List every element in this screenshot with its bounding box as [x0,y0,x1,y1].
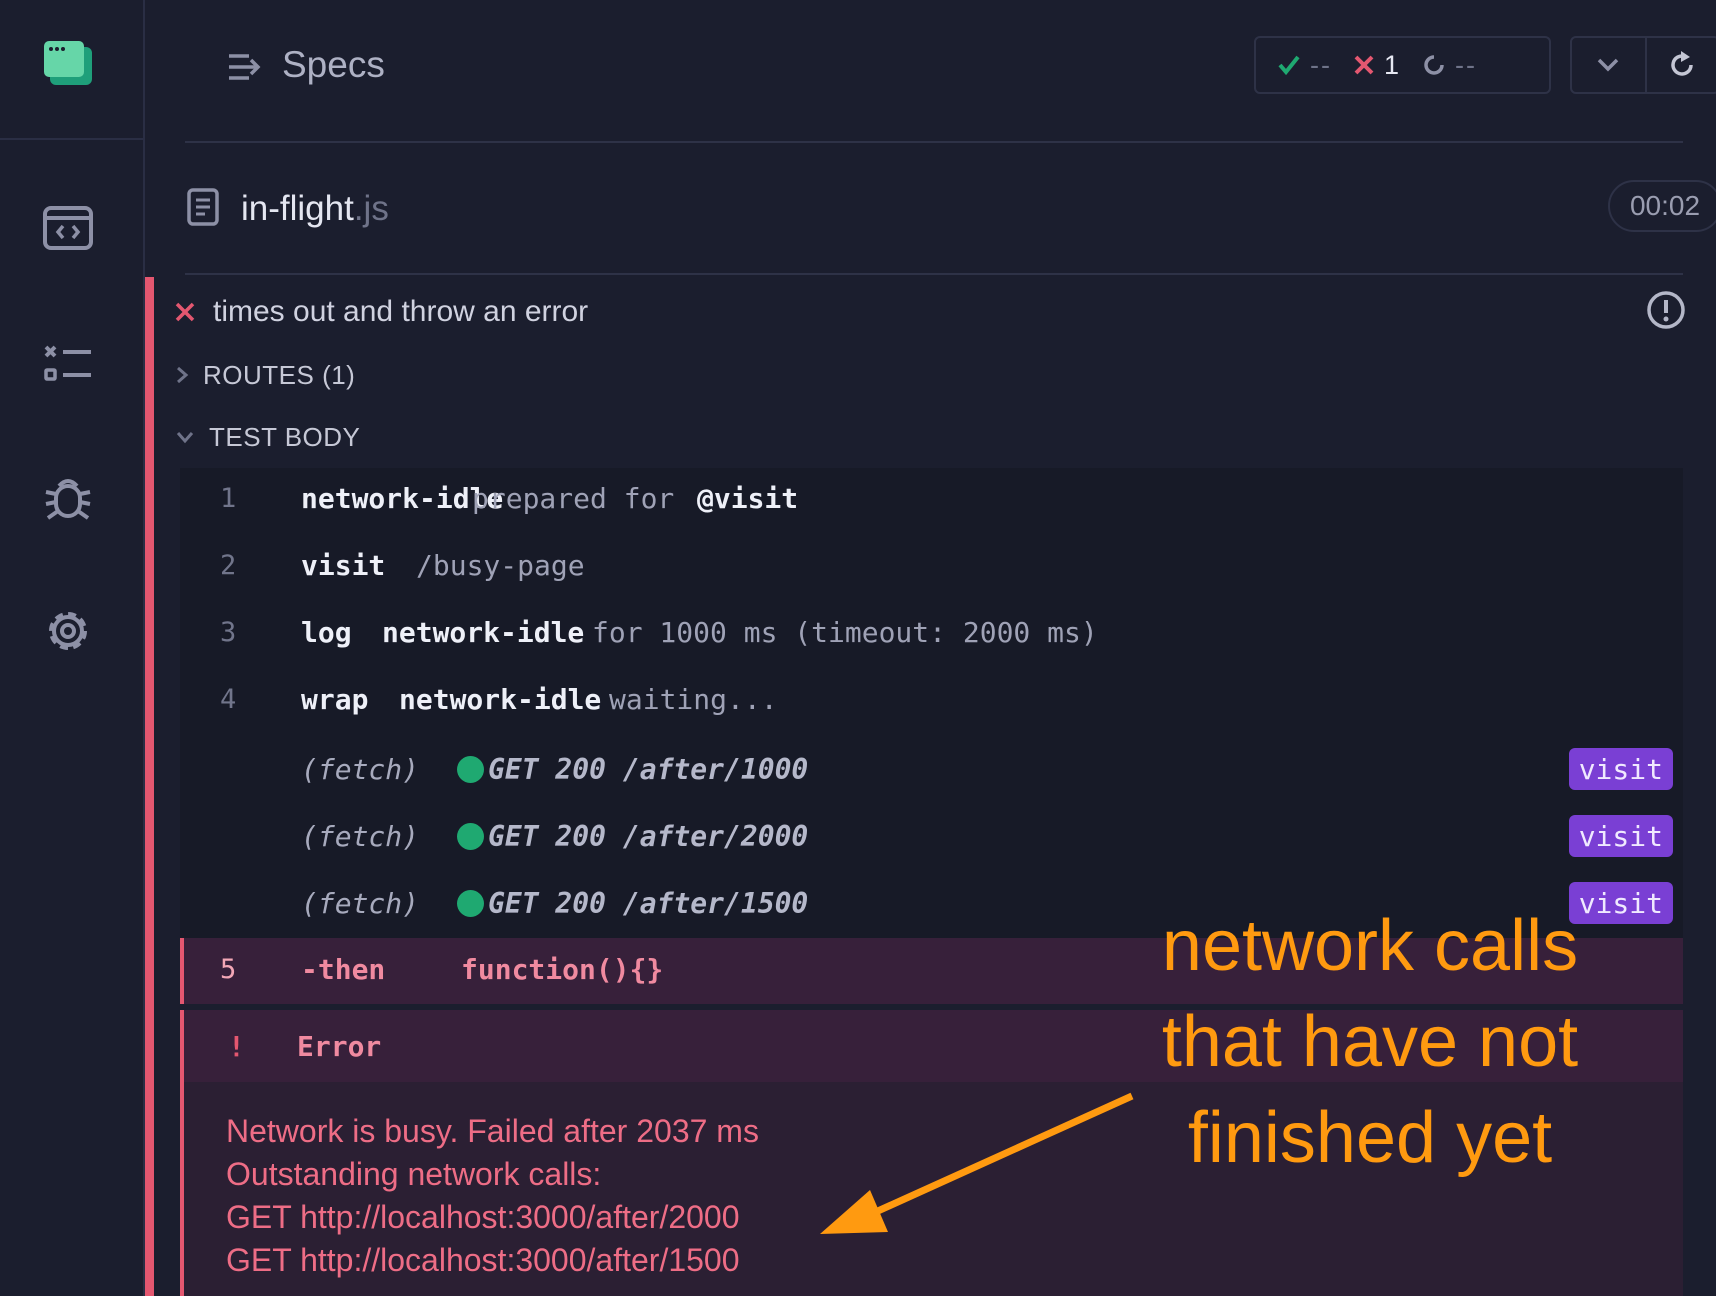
document-icon [187,188,219,226]
annotation-line: finished yet [1187,1098,1553,1178]
file-basename: in-flight [241,189,354,228]
error-title: Error [297,1030,382,1063]
command-message: prepared for [472,481,675,515]
command-name: visit [301,548,386,582]
failed-stat: 1 [1354,50,1401,81]
fetch-label: (fetch) [301,819,420,853]
page-title: Specs [282,44,385,85]
command-name: log [301,615,352,649]
command-log: 1 network-idle prepared for @visit 2 vis… [180,468,1683,938]
error-icon: ! [228,1030,245,1063]
fetch-label: (fetch) [301,752,420,786]
status-dot-icon [457,822,484,850]
fetch-detail: GET 200 /after/1500 [457,887,808,920]
x-icon [1354,55,1374,75]
fail-x-icon [175,302,195,322]
command-name: wrap [301,682,369,716]
app-logo-icon [44,41,92,85]
fetch-row[interactable]: (fetch) GET 200 /after/2000 visit [180,806,1683,866]
annotation-line: that have not [1161,1002,1579,1082]
status-dot-icon [457,889,484,917]
test-stats: -- 1 -- [1254,36,1551,94]
spec-file-name[interactable]: in-flight.js [241,189,389,229]
logo-area [0,0,143,140]
specs-header: Specs -- 1 -- [185,0,1716,143]
failed-indicator-stripe [145,277,154,1296]
test-body-label: TEST BODY [209,421,361,452]
command-message: for 1000 ms (timeout: 2000 ms) [592,615,1098,649]
error-line: Outstanding network calls: [226,1156,602,1192]
code-window-icon [43,206,93,250]
test-list-icon [44,345,91,381]
header-actions [1570,36,1716,94]
pending-stat: -- [1423,50,1477,81]
chevron-right-icon [177,366,189,384]
command-subject: network-idle [399,682,602,716]
fetch-request: GET 200 /after/1500 [488,886,809,920]
command-number: 5 [220,954,237,985]
fetch-detail: GET 200 /after/1000 [457,753,808,786]
command-message: waiting... [609,682,778,716]
command-number: 2 [220,549,237,581]
nav-specs-button[interactable] [40,200,96,256]
command-subject: network-idle [382,615,585,649]
collapse-button[interactable] [1572,38,1645,92]
error-message[interactable]: Network is busy. Failed after 2037 ms Ou… [226,1110,759,1282]
test-body-toggle[interactable]: TEST BODY [175,417,360,457]
fetch-request: GET 200 /after/2000 [488,819,809,853]
command-message: /busy-page [416,548,585,582]
command-number: 3 [220,616,237,648]
routes-label: ROUTES (1) [203,359,356,390]
nav-debug-button[interactable] [40,470,96,526]
alert-circle-icon[interactable] [1646,290,1686,330]
command-row[interactable]: 1 network-idle prepared for @visit [180,468,1683,528]
test-header[interactable]: times out and throw an error [175,290,1686,334]
rerun-button[interactable] [1644,38,1716,92]
passed-count: -- [1310,49,1332,80]
failed-count: 1 [1383,49,1402,80]
nav-runs-button[interactable] [40,336,96,392]
fetch-request: GET 200 /after/1000 [488,752,809,786]
command-number: 4 [220,683,237,715]
file-extension: .js [353,189,389,228]
alias-badge[interactable]: visit [1568,815,1673,857]
fetch-label: (fetch) [301,886,420,920]
command-row[interactable]: 3 log network-idle for 1000 ms (timeout:… [180,602,1683,662]
fetch-row[interactable]: (fetch) GET 200 /after/1000 visit [180,739,1683,799]
command-row[interactable]: 4 wrap network-idle waiting... [180,669,1683,729]
check-icon [1278,55,1300,75]
command-alias: @visit [697,481,799,515]
passed-stat: -- [1278,50,1332,81]
command-message: function(){} [461,953,664,986]
spec-file-bar: in-flight.js 00:02 [185,143,1716,275]
chevron-down-icon [176,432,194,444]
refresh-icon [1671,51,1694,76]
sidebar [0,0,145,1296]
pending-count: -- [1455,49,1477,80]
command-row[interactable]: 2 visit /busy-page [180,535,1683,595]
gear-icon [49,612,87,650]
command-number: 1 [220,482,237,514]
status-dot-icon [457,755,484,783]
pending-spinner-icon [1424,55,1444,75]
annotation-line: network calls [1161,906,1579,986]
annotation-arrow-icon [820,1092,1134,1234]
alias-badge[interactable]: visit [1568,748,1673,790]
test-title: times out and throw an error [213,295,589,328]
routes-toggle[interactable]: ROUTES (1) [175,355,355,395]
duration-badge: 00:02 [1608,180,1716,232]
specs-list-icon[interactable] [227,52,263,82]
command-name: -then [301,953,386,986]
error-line: Network is busy. Failed after 2037 ms [226,1113,759,1149]
chevron-down-icon [1598,58,1619,72]
fetch-detail: GET 200 /after/2000 [457,820,808,853]
error-line: GET http://localhost:3000/after/2000 [226,1199,740,1235]
error-line: GET http://localhost:3000/after/1500 [226,1242,740,1278]
bug-icon [45,479,91,520]
annotation-callout: network calls that have not finished yet [1100,898,1640,1186]
nav-settings-button[interactable] [40,603,96,659]
